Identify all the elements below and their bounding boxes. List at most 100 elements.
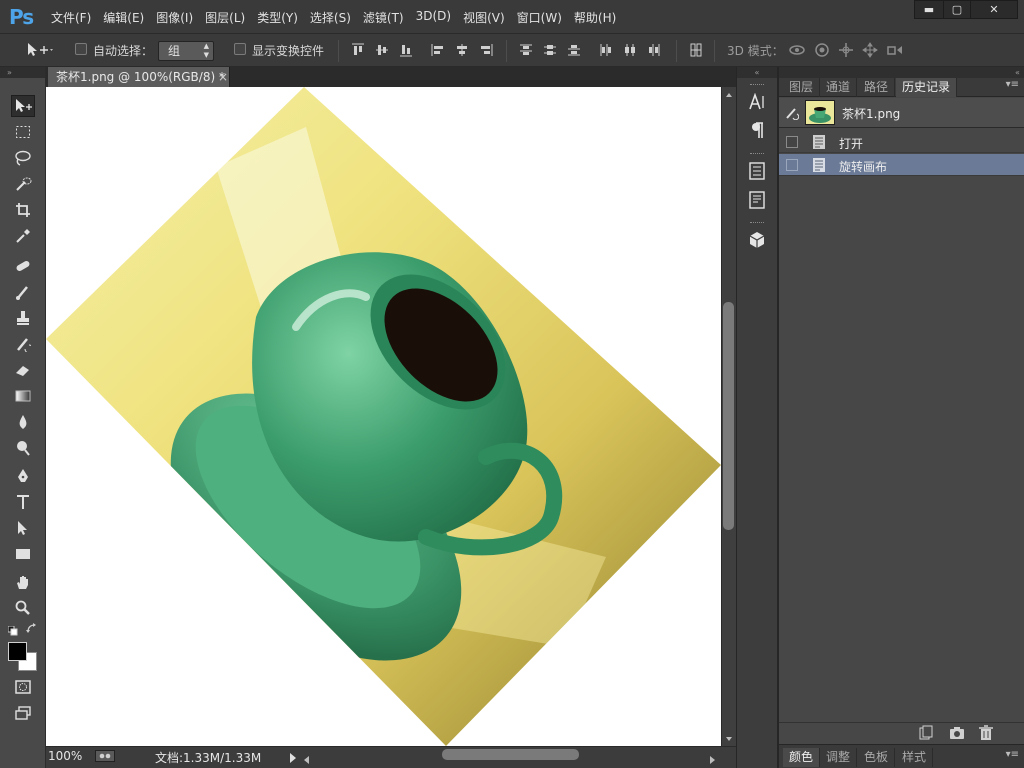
swap-colors-icon[interactable] (26, 623, 38, 635)
tab-adjustments[interactable]: 调整 (820, 748, 858, 767)
history-item-checkbox[interactable] (786, 159, 798, 171)
gradient-tool-icon[interactable] (11, 385, 35, 407)
menu-layer[interactable]: 图层(L) (199, 9, 251, 26)
foreground-color-swatch[interactable] (8, 642, 27, 661)
document-canvas[interactable] (46, 87, 721, 746)
3d-pan-icon[interactable] (838, 42, 854, 58)
menu-image[interactable]: 图像(I) (150, 9, 199, 26)
align-hcenter-icon[interactable] (454, 42, 470, 58)
menu-select[interactable]: 选择(S) (304, 9, 357, 26)
brush-tool-icon[interactable] (11, 281, 35, 303)
menu-type[interactable]: 类型(Y) (251, 9, 304, 26)
align-right-icon[interactable] (478, 42, 494, 58)
tab-swatches[interactable]: 色板 (858, 748, 896, 767)
panel-grip[interactable] (750, 153, 764, 155)
delete-state-icon[interactable] (978, 725, 994, 741)
quick-mask-icon[interactable] (11, 676, 35, 698)
history-item[interactable]: 打开 (779, 131, 1024, 153)
align-left-icon[interactable] (430, 42, 446, 58)
menu-filter[interactable]: 滤镜(T) (357, 9, 410, 26)
dodge-tool-icon[interactable] (11, 437, 35, 459)
3d-slide-icon[interactable] (862, 42, 878, 58)
history-brush-tool-icon[interactable] (11, 333, 35, 355)
auto-select-checkbox[interactable] (75, 43, 87, 55)
menu-window[interactable]: 窗口(W) (511, 9, 568, 26)
distribute-vcenter-icon[interactable] (542, 42, 558, 58)
align-top-icon[interactable] (350, 42, 366, 58)
menu-file[interactable]: 文件(F) (45, 9, 97, 26)
hscroll-left-icon[interactable] (304, 753, 310, 767)
menu-help[interactable]: 帮助(H) (568, 9, 622, 26)
move-tool-icon[interactable] (11, 95, 35, 117)
status-options-icon[interactable] (95, 750, 115, 762)
tab-styles[interactable]: 样式 (896, 748, 934, 767)
crop-tool-icon[interactable] (11, 199, 35, 221)
auto-align-icon[interactable] (688, 42, 704, 58)
lasso-tool-icon[interactable] (11, 147, 35, 169)
history-item-checkbox[interactable] (786, 136, 798, 148)
history-panel-icon[interactable] (746, 160, 768, 182)
eyedropper-tool-icon[interactable] (11, 225, 35, 247)
document-tab[interactable]: 茶杯1.png @ 100%(RGB/8) * (48, 67, 230, 87)
clone-stamp-tool-icon[interactable] (11, 307, 35, 329)
new-snapshot-icon[interactable] (949, 725, 965, 741)
healing-brush-tool-icon[interactable] (11, 255, 35, 277)
history-snapshot[interactable]: 茶杯1.png (779, 98, 1024, 128)
character-panel-icon[interactable] (746, 91, 768, 113)
align-vcenter-icon[interactable] (374, 42, 390, 58)
align-bottom-icon[interactable] (398, 42, 414, 58)
status-menu-arrow-icon[interactable] (289, 752, 297, 766)
3d-panel-icon[interactable] (746, 229, 768, 251)
distribute-top-icon[interactable] (518, 42, 534, 58)
tools-panel-header[interactable]: » (0, 67, 45, 78)
distribute-right-icon[interactable] (646, 42, 662, 58)
screen-mode-icon[interactable] (11, 702, 35, 724)
tab-paths[interactable]: 路径 (858, 78, 896, 97)
vertical-scrollbar-thumb[interactable] (723, 302, 734, 530)
history-brush-source-icon[interactable] (785, 106, 800, 123)
eraser-tool-icon[interactable] (11, 359, 35, 381)
close-document-icon[interactable]: × (218, 67, 228, 87)
type-tool-icon[interactable] (11, 491, 35, 513)
show-transform-checkbox[interactable] (234, 43, 246, 55)
close-button[interactable]: ✕ (970, 0, 1018, 19)
panel-grip[interactable] (750, 222, 764, 224)
panel-grip[interactable] (750, 84, 764, 86)
hand-tool-icon[interactable] (11, 571, 35, 593)
distribute-hcenter-icon[interactable] (622, 42, 638, 58)
3d-scale-icon[interactable] (886, 42, 902, 58)
properties-panel-icon[interactable] (746, 189, 768, 211)
3d-rotate-icon[interactable] (788, 42, 805, 58)
horizontal-scrollbar-thumb[interactable] (442, 749, 579, 760)
menu-3d[interactable]: 3D(D) (410, 9, 457, 26)
zoom-level[interactable]: 100% (48, 749, 82, 763)
minimize-button[interactable]: ▬ (914, 0, 944, 19)
auto-select-dropdown[interactable]: 组 ▲ ▼ (158, 41, 214, 61)
3d-roll-icon[interactable] (814, 42, 830, 58)
restore-button[interactable]: ▢ (943, 0, 971, 19)
tab-color[interactable]: 颜色 (783, 748, 821, 767)
hscroll-right-icon[interactable] (710, 753, 716, 767)
pen-tool-icon[interactable] (11, 465, 35, 487)
strip-collapse-toggle[interactable]: « (737, 67, 777, 78)
tab-layers[interactable]: 图层 (783, 78, 821, 97)
panel-collapse-toggle[interactable]: « (779, 67, 1024, 78)
distribute-left-icon[interactable] (598, 42, 614, 58)
panel-menu-icon[interactable]: ▾≡ (1006, 79, 1019, 90)
tab-channels[interactable]: 通道 (820, 78, 858, 97)
default-colors-icon[interactable] (7, 625, 18, 636)
new-document-from-state-icon[interactable] (917, 725, 933, 741)
rectangle-tool-icon[interactable] (11, 543, 35, 565)
panel-menu-icon[interactable]: ▾≡ (1006, 749, 1019, 760)
tab-history[interactable]: 历史记录 (896, 78, 958, 97)
quick-selection-tool-icon[interactable] (11, 173, 35, 195)
paragraph-panel-icon[interactable] (746, 119, 768, 141)
path-selection-tool-icon[interactable] (11, 517, 35, 539)
zoom-tool-icon[interactable] (11, 597, 35, 619)
move-tool-preset-icon[interactable] (26, 42, 53, 58)
menu-view[interactable]: 视图(V) (457, 9, 511, 26)
menu-edit[interactable]: 编辑(E) (97, 9, 150, 26)
history-item-selected[interactable]: 旋转画布 (779, 154, 1024, 176)
distribute-bottom-icon[interactable] (566, 42, 582, 58)
marquee-tool-icon[interactable] (11, 121, 35, 143)
